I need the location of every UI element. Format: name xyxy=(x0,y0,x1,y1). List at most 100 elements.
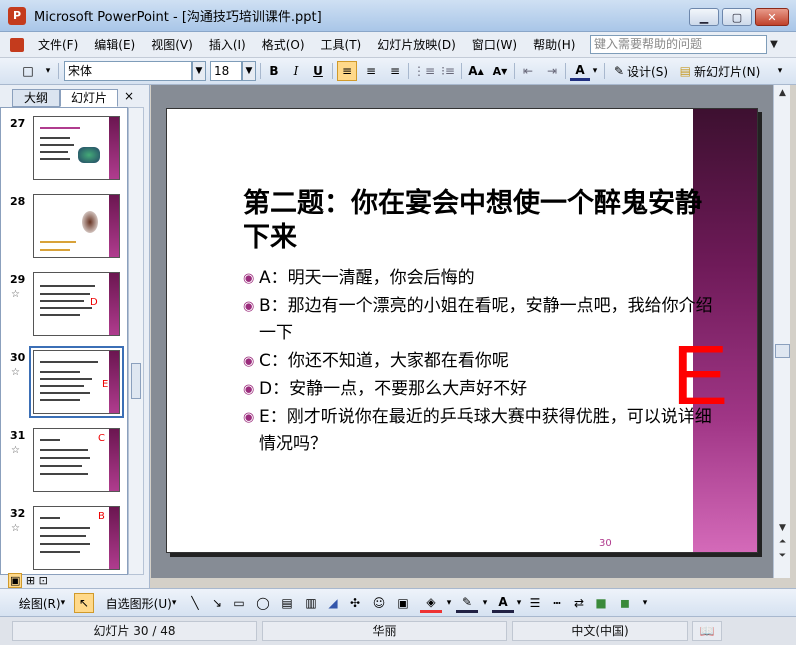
toolbar-options-icon[interactable]: ▾ xyxy=(38,61,58,81)
slides-pane: 大纲 幻灯片 × 27 28 29 ☆ D 30 ☆ E 31 ☆ C 32 ☆… xyxy=(0,85,150,588)
help-search-input[interactable]: 键入需要帮助的问题 xyxy=(590,35,767,54)
menu-tools[interactable]: 工具(T) xyxy=(313,36,370,53)
slide-position-status: 幻灯片 30 / 48 xyxy=(12,621,257,641)
bullet-icon: ◉ xyxy=(243,271,255,286)
dash-style-icon[interactable]: ┅ xyxy=(548,593,566,613)
menu-view[interactable]: 视图(V) xyxy=(143,36,201,53)
bullet-text: E：刚才听说你在最近的乒乓球大赛中获得优胜，可以说详细情况吗？ xyxy=(259,407,712,454)
align-right-icon[interactable]: ≡ xyxy=(385,61,405,81)
3d-style-icon[interactable]: ◼ xyxy=(616,593,634,613)
font-color-draw-dropdown[interactable]: ▾ xyxy=(514,593,524,613)
italic-button[interactable]: I xyxy=(286,61,306,81)
scroll-up-icon[interactable]: ▲ xyxy=(775,86,790,100)
new-slide-button[interactable]: ▤ 新幻灯片(N) xyxy=(676,61,764,81)
restore-button[interactable]: ▢ xyxy=(722,8,752,26)
menu-slideshow[interactable]: 幻灯片放映(D) xyxy=(369,36,464,53)
font-color-draw-icon[interactable]: A xyxy=(492,593,514,613)
decrease-font-icon[interactable]: A ▼ xyxy=(490,61,510,81)
align-center-icon[interactable]: ≡ xyxy=(361,61,381,81)
normal-view-icon[interactable]: ▣ xyxy=(8,573,23,588)
formatting-toolbar: □ ▾ 宋体 ▼ 18 ▼ B I U ≡ ≡ ≡ ⋮≡ ⁝≡ A ▲ A ▼ ⇤ … xyxy=(0,58,796,85)
next-slide-icon[interactable]: ⏷ xyxy=(775,549,790,563)
help-dropdown-arrow[interactable]: ▼ xyxy=(767,35,781,54)
tab-slides[interactable]: 幻灯片 xyxy=(60,89,118,107)
transition-star-icon: ☆ xyxy=(11,367,20,378)
design-button[interactable]: ✎ 设计(S) xyxy=(610,61,672,81)
font-color-dropdown[interactable]: ▾ xyxy=(590,61,600,81)
slide-scroll-thumb[interactable] xyxy=(775,344,790,358)
bullet-text: A：明天一清醒，你会后悔的 xyxy=(259,268,475,288)
font-name-dropdown[interactable]: ▼ xyxy=(192,61,206,81)
toolbar-separator xyxy=(604,63,605,79)
picture-icon[interactable]: ▣ xyxy=(394,593,412,613)
fill-color-dropdown[interactable]: ▾ xyxy=(444,593,454,613)
autoshapes-button[interactable]: 自选图形(U) ▾ xyxy=(100,593,182,613)
slide-canvas[interactable]: 第二题：你在宴会中想使一个醉鬼安静下来 ◉ A：明天一清醒，你会后悔的 ◉ B：那边… xyxy=(166,108,758,553)
tab-outline[interactable]: 大纲 xyxy=(12,89,60,107)
bullet-item: ◉ C：你还不知道，大家都在看你呢 xyxy=(243,348,713,375)
toolbar-overflow-icon[interactable]: ▾ xyxy=(770,61,790,81)
font-size-dropdown[interactable]: ▼ xyxy=(242,61,256,81)
increase-indent-icon[interactable]: ⇥ xyxy=(542,61,562,81)
bold-button[interactable]: B xyxy=(264,61,284,81)
thumbnail-scrollbar[interactable] xyxy=(128,107,144,575)
oval-tool-icon[interactable]: ◯ xyxy=(254,593,272,613)
shadow-style-icon[interactable]: ■ xyxy=(592,593,610,613)
drawbar-overflow-icon[interactable]: ▾ xyxy=(640,593,650,613)
minimize-button[interactable]: ▁ xyxy=(689,8,719,26)
slide-sorter-view-icon[interactable]: ⊞ xyxy=(26,574,35,587)
toolbar-separator xyxy=(565,63,566,79)
rectangle-tool-icon[interactable]: ▭ xyxy=(230,593,248,613)
slide-bullet-list[interactable]: ◉ A：明天一清醒，你会后悔的 ◉ B：那边有一个漂亮的小姐在看呢，安静一点吧，我给… xyxy=(243,265,713,459)
close-pane-icon[interactable]: × xyxy=(124,89,134,103)
select-pointer-icon[interactable]: ↖ xyxy=(74,593,94,613)
arrow-tool-icon[interactable]: ↘ xyxy=(208,593,226,613)
close-button[interactable]: ✕ xyxy=(755,8,789,26)
toolbar-separator xyxy=(514,63,515,79)
menu-insert[interactable]: 插入(I) xyxy=(201,36,254,53)
arrow-style-icon[interactable]: ⇄ xyxy=(570,593,588,613)
align-left-icon[interactable]: ≡ xyxy=(337,61,357,81)
answer-letter[interactable]: E xyxy=(672,333,728,417)
menu-edit[interactable]: 编辑(E) xyxy=(86,36,143,53)
slide-title[interactable]: 第二题：你在宴会中想使一个醉鬼安静下来 xyxy=(243,187,723,255)
bullet-text: B：那边有一个漂亮的小姐在看呢，安静一点吧，我给你介绍一下 xyxy=(259,296,713,343)
slideshow-view-icon[interactable]: ⊡ xyxy=(39,574,48,587)
menu-file[interactable]: 文件(F) xyxy=(30,36,86,53)
slide-number: 27 xyxy=(10,117,26,130)
bulleted-list-icon[interactable]: ⁝≡ xyxy=(438,61,458,81)
clipart-icon[interactable]: ☺ xyxy=(370,593,388,613)
bullet-text: C：你还不知道，大家都在看你呢 xyxy=(259,351,509,371)
diagram-icon[interactable]: ✣ xyxy=(346,593,364,613)
wordart-icon[interactable]: ◢ xyxy=(324,593,342,613)
line-color-icon[interactable]: ✎ xyxy=(456,593,478,613)
menu-window[interactable]: 窗口(W) xyxy=(464,36,525,53)
numbered-list-icon[interactable]: ⋮≡ xyxy=(413,61,435,81)
underline-button[interactable]: U xyxy=(308,61,328,81)
font-color-icon[interactable]: A xyxy=(570,61,590,81)
font-size-select[interactable]: 18 xyxy=(210,61,242,81)
slide-scrollbar[interactable]: ▲ ▼ ⏶ ⏷ xyxy=(773,85,790,578)
draw-menu-button[interactable]: 绘图(R) ▾ xyxy=(12,593,72,613)
previous-slide-icon[interactable]: ⏶ xyxy=(775,535,790,549)
thumbnail-scroll-thumb[interactable] xyxy=(131,363,141,399)
new-slide-icon: ▤ xyxy=(679,64,691,78)
vertical-textbox-icon[interactable]: ▥ xyxy=(302,593,320,613)
design-icon: ✎ xyxy=(613,64,625,78)
spelling-check-icon[interactable]: 📖 xyxy=(692,621,722,641)
decrease-indent-icon[interactable]: ⇤ xyxy=(518,61,538,81)
scroll-down-icon[interactable]: ▼ xyxy=(775,521,790,535)
toolbar-separator xyxy=(58,63,59,79)
bullet-icon: ◉ xyxy=(243,410,255,425)
line-color-dropdown[interactable]: ▾ xyxy=(480,593,490,613)
line-tool-icon[interactable]: ╲ xyxy=(186,593,204,613)
line-style-icon[interactable]: ☰ xyxy=(526,593,544,613)
font-name-select[interactable]: 宋体 xyxy=(64,61,192,81)
menu-format[interactable]: 格式(O) xyxy=(254,36,313,53)
textbox-tool-icon[interactable]: ▤ xyxy=(278,593,296,613)
new-document-icon[interactable]: □ xyxy=(18,61,38,81)
increase-font-icon[interactable]: A ▲ xyxy=(466,61,486,81)
document-icon[interactable] xyxy=(10,37,24,52)
fill-color-icon[interactable]: ◈ xyxy=(420,593,442,613)
menu-help[interactable]: 帮助(H) xyxy=(525,36,583,53)
